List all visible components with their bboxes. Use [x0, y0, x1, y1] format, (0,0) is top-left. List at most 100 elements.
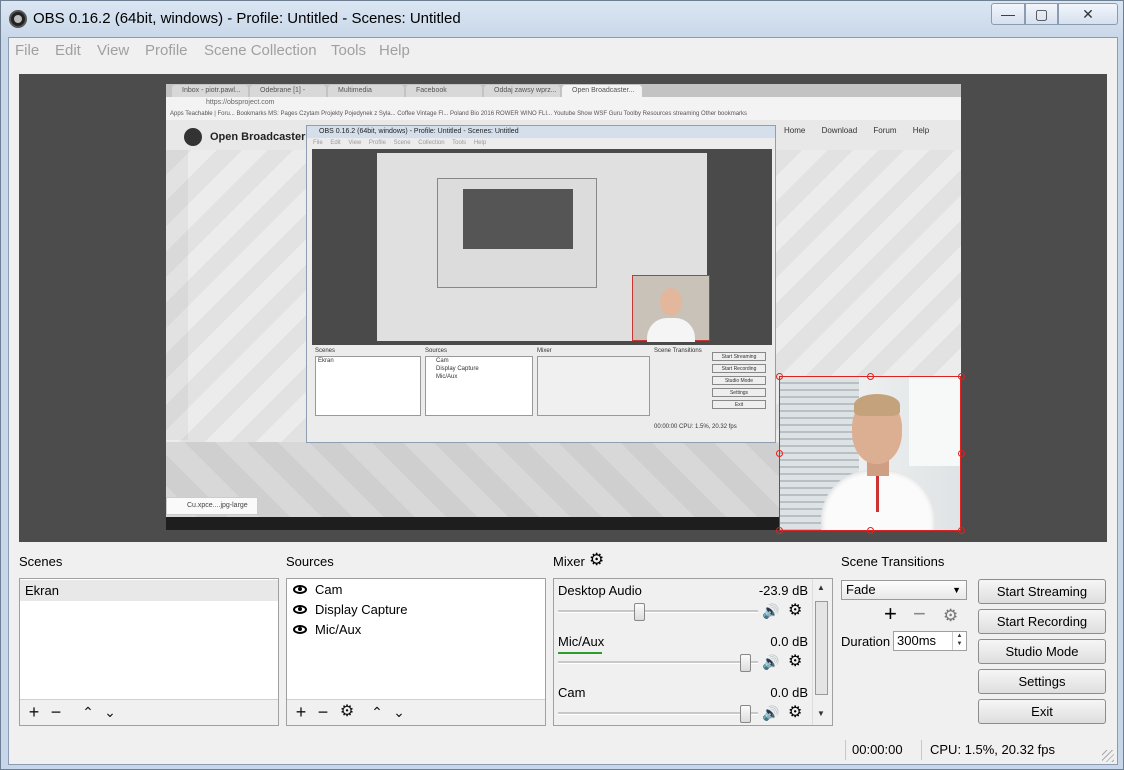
settings-button[interactable]: Settings — [978, 669, 1106, 694]
spin-arrows-icon[interactable]: ▲ ▼ — [952, 632, 966, 650]
maximize-button[interactable]: ▢ — [1025, 3, 1058, 25]
resize-handle-top-left[interactable] — [776, 373, 783, 380]
menu-tools[interactable]: Tools — [331, 42, 366, 59]
mixer-channel-gear-icon[interactable]: ⚙ — [788, 705, 804, 721]
nested-studio-mode: Studio Mode — [712, 376, 766, 385]
menu-edit[interactable]: Edit — [55, 42, 81, 59]
source-row-cam[interactable]: Cam — [287, 579, 545, 600]
nested-title-bar: OBS 0.16.2 (64bit, windows) - Profile: U… — [307, 126, 775, 138]
add-transition-icon[interactable]: + — [884, 603, 897, 625]
nested-scenes-list: Ekran — [315, 356, 421, 416]
captured-tab-active: Open Broadcaster... — [562, 85, 642, 97]
duration-spinbox[interactable]: 300ms ▲ ▼ — [893, 631, 967, 651]
remove-transition-icon[interactable]: − — [913, 603, 926, 625]
cam-hair — [854, 394, 900, 416]
resize-handle-bottom-left[interactable] — [776, 527, 783, 534]
main-client-area: File Edit View Profile Scene Collection … — [8, 37, 1118, 765]
add-icon[interactable]: + — [291, 702, 311, 722]
cam-source-feed[interactable] — [779, 376, 961, 531]
close-button[interactable]: ✕ — [1058, 3, 1118, 25]
nested-source-item: Cam — [436, 358, 449, 364]
scroll-down-arrow-icon[interactable]: ▼ — [817, 709, 825, 718]
source-row-display-capture[interactable]: Display Capture — [287, 599, 545, 620]
nested-start-streaming: Start Streaming — [712, 352, 766, 361]
menu-help[interactable]: Help — [379, 42, 410, 59]
captured-obs-logo-icon — [184, 128, 202, 146]
captured-tab: Facebook — [406, 85, 482, 97]
preview-canvas[interactable]: Inbox - piotr.pawl... Odebrane [1] - ppa… — [19, 74, 1107, 542]
nested-inner-preview — [463, 189, 573, 249]
resize-grip-icon[interactable] — [1102, 750, 1114, 762]
menu-profile[interactable]: Profile — [145, 42, 188, 59]
transition-properties-gear-icon[interactable]: ⚙ — [943, 606, 958, 626]
scroll-up-arrow-icon[interactable]: ▲ — [817, 583, 825, 592]
sources-label: Sources — [286, 554, 334, 569]
scenes-panel: Ekran + − ⌃ ⌄ — [19, 578, 279, 726]
scene-item[interactable]: Ekran — [20, 580, 278, 601]
captured-tab: Oddaj zawsy wprz... — [484, 85, 560, 97]
resize-handle-top-right[interactable] — [958, 373, 965, 380]
mixer-volume-track[interactable] — [558, 661, 758, 664]
sources-toolbar: + − ⚙ ⌃ ⌄ — [287, 699, 545, 725]
minimize-button[interactable]: — — [991, 3, 1025, 25]
speaker-mute-icon[interactable]: 🔊 — [762, 705, 779, 721]
studio-mode-button[interactable]: Studio Mode — [978, 639, 1106, 664]
mixer-scrollbar[interactable]: ▲ ▼ — [812, 579, 830, 725]
remove-icon[interactable]: − — [313, 702, 333, 722]
transition-select-value: Fade — [846, 582, 876, 597]
nested-mixer — [537, 356, 650, 416]
status-time: 00:00:00 — [852, 742, 903, 757]
visibility-eye-icon[interactable] — [293, 605, 307, 614]
captured-download-chip: Cu.xpce....jpg-large — [166, 497, 258, 515]
resize-handle-left[interactable] — [776, 450, 783, 457]
move-down-icon[interactable]: ⌄ — [389, 702, 409, 722]
cam-lanyard — [876, 472, 879, 512]
move-up-icon[interactable]: ⌃ — [367, 702, 387, 722]
remove-icon[interactable]: − — [46, 702, 66, 722]
scenes-toolbar: + − ⌃ ⌄ — [20, 699, 278, 725]
scrollbar-thumb[interactable] — [815, 601, 828, 695]
menu-view[interactable]: View — [97, 42, 129, 59]
status-bar: 00:00:00 CPU: 1.5%, 20.32 fps — [9, 738, 1117, 764]
nested-transitions-label: Scene Transitions — [654, 348, 702, 354]
mixer-volume-track[interactable] — [558, 610, 758, 613]
mixer-gear-icon[interactable]: ⚙ — [589, 550, 604, 570]
mixer-label: Mixer — [553, 554, 585, 569]
mixer-volume-slider-thumb[interactable] — [634, 603, 645, 621]
speaker-mute-icon[interactable]: 🔊 — [762, 603, 779, 619]
window-title: OBS 0.16.2 (64bit, windows) - Profile: U… — [33, 10, 461, 27]
resize-handle-right[interactable] — [958, 450, 965, 457]
start-streaming-button[interactable]: Start Streaming — [978, 579, 1106, 604]
mixer-volume-slider-thumb[interactable] — [740, 654, 751, 672]
move-down-icon[interactable]: ⌄ — [100, 702, 120, 722]
resize-handle-bottom-right[interactable] — [958, 527, 965, 534]
resize-handle-bottom[interactable] — [867, 527, 874, 534]
duration-label: Duration — [841, 634, 891, 649]
move-up-icon[interactable]: ⌃ — [78, 702, 98, 722]
gear-icon[interactable]: ⚙ — [337, 702, 357, 722]
menu-file[interactable]: File — [15, 42, 39, 59]
transition-select[interactable]: Fade ▼ — [841, 580, 967, 600]
source-label: Mic/Aux — [315, 622, 362, 637]
add-icon[interactable]: + — [24, 702, 44, 722]
start-recording-button[interactable]: Start Recording — [978, 609, 1106, 634]
obs-logo-icon — [9, 10, 27, 28]
resize-handle-top[interactable] — [867, 373, 874, 380]
mixer-volume-track[interactable] — [558, 712, 758, 715]
mixer-channel-gear-icon[interactable]: ⚙ — [788, 603, 804, 619]
status-cpu: CPU: 1.5%, 20.32 fps — [930, 742, 1056, 757]
title-bar[interactable]: OBS 0.16.2 (64bit, windows) - Profile: U… — [1, 1, 1124, 37]
menu-scene-collection[interactable]: Scene Collection — [204, 42, 317, 59]
speaker-mute-icon[interactable]: 🔊 — [762, 654, 779, 670]
mixer-channel-gear-icon[interactable]: ⚙ — [788, 654, 804, 670]
mixer-volume-slider-thumb[interactable] — [740, 705, 751, 723]
mixer-channel-name: Cam — [558, 685, 586, 700]
visibility-eye-icon[interactable] — [293, 625, 307, 634]
nested-scene-item: Ekran — [318, 358, 334, 364]
exit-button[interactable]: Exit — [978, 699, 1106, 724]
source-row-mic-aux[interactable]: Mic/Aux — [287, 619, 545, 640]
visibility-eye-icon[interactable] — [293, 585, 307, 594]
mixer-channel-name: Mic/Aux — [558, 634, 605, 649]
status-separator — [845, 740, 846, 760]
mixer-channel-db: -23.9 dB — [758, 583, 808, 598]
